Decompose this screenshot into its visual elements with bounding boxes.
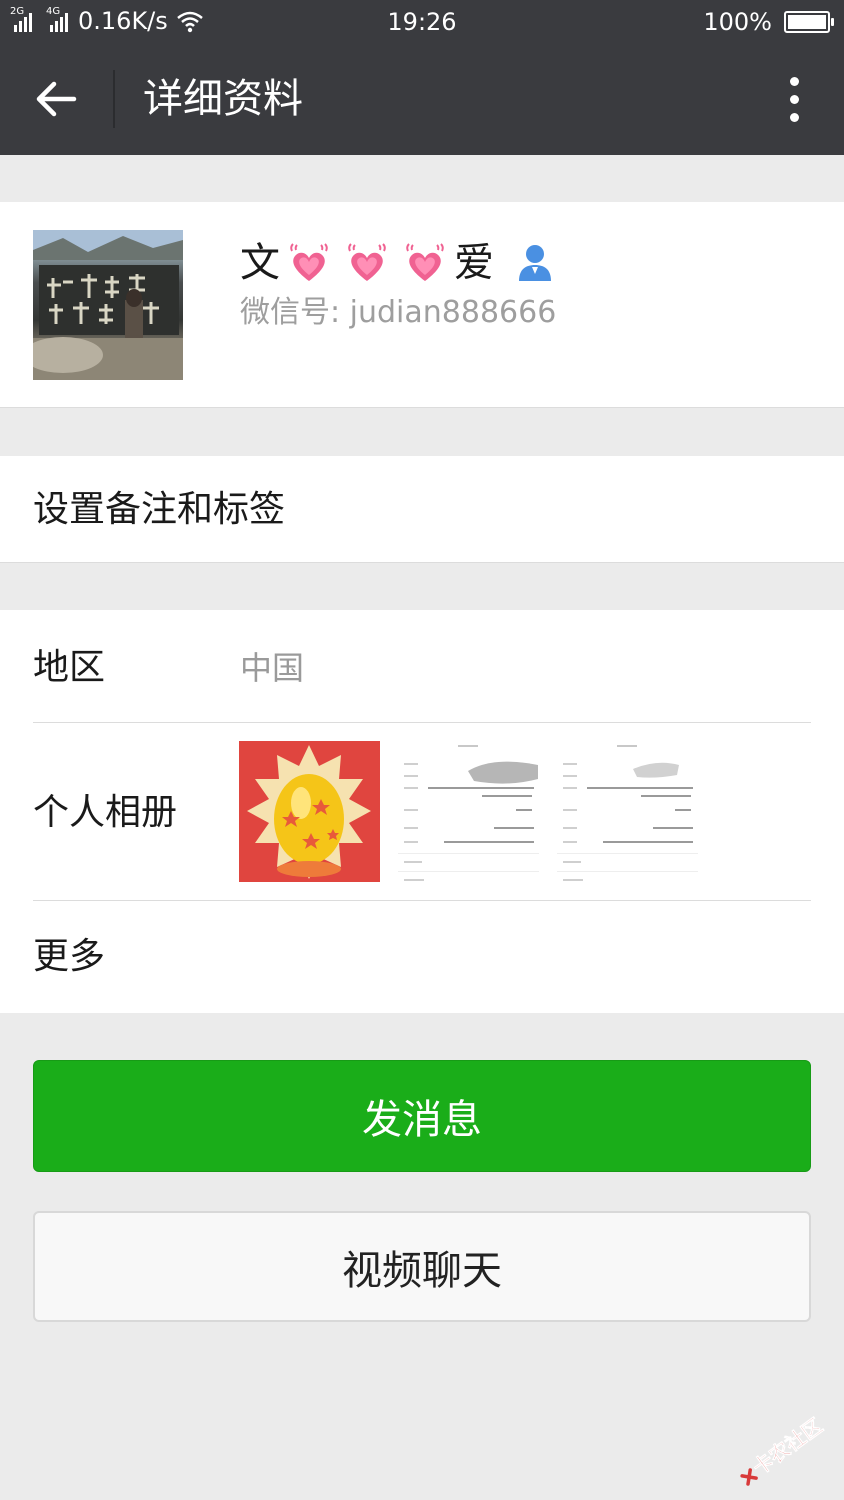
more-vertical-icon	[789, 76, 799, 86]
title-bar: 详细资料	[0, 42, 844, 155]
wechat-id: 微信号: judian888666	[240, 295, 557, 330]
region-label: 地区	[33, 647, 106, 688]
video-chat-button[interactable]: 视频聊天	[33, 1211, 811, 1322]
more-label[interactable]: 更多	[33, 933, 105, 981]
beating-heart-icon	[406, 243, 444, 281]
album-photo[interactable]	[398, 741, 539, 882]
beating-heart-icon	[290, 243, 328, 281]
region-value: 中国	[240, 649, 305, 687]
divider	[33, 900, 811, 901]
divider	[33, 722, 811, 723]
album-photo[interactable]	[239, 741, 380, 882]
nickname: 文 爱	[240, 235, 554, 291]
watermark-logo: 卡农社区	[740, 1413, 827, 1486]
title-divider	[113, 70, 115, 128]
more-options-button[interactable]	[774, 72, 814, 126]
details-section: 地区 中国 个人相册 更多	[0, 610, 844, 1013]
beating-heart-icon	[348, 243, 386, 281]
status-bar: 2G 4G 0.16K/s 19:26 100%	[0, 0, 844, 42]
avatar[interactable]	[33, 230, 183, 380]
contact-person-icon	[519, 245, 551, 281]
page-title: 详细资料	[143, 76, 303, 122]
svg-text:卡农社区: 卡农社区	[748, 1413, 827, 1479]
nickname-end: 爱	[454, 240, 494, 286]
album-label: 个人相册	[33, 792, 178, 833]
remark-row[interactable]: 设置备注和标签	[0, 456, 844, 563]
send-message-button[interactable]: 发消息	[33, 1060, 811, 1172]
album-photo[interactable]	[557, 741, 698, 882]
battery-percent: 100%	[703, 8, 772, 36]
arrow-left-icon	[36, 81, 77, 117]
nickname-start: 文	[240, 240, 280, 286]
back-button[interactable]	[26, 70, 86, 128]
remark-label: 设置备注和标签	[33, 489, 286, 530]
battery-icon	[784, 11, 834, 33]
